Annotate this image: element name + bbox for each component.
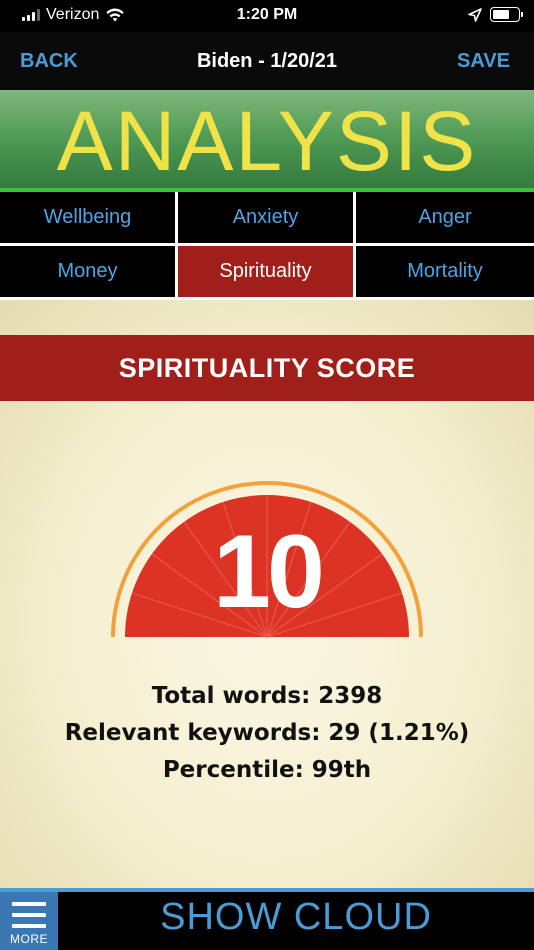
- battery-fill: [493, 10, 510, 19]
- tab-wellbeing[interactable]: Wellbeing: [0, 192, 178, 246]
- navigation-bar: BACK Biden - 1/20/21 SAVE: [0, 32, 534, 90]
- page-title: Biden - 1/20/21: [196, 50, 338, 72]
- save-button[interactable]: SAVE: [457, 50, 510, 73]
- tab-mortality[interactable]: Mortality: [356, 246, 534, 300]
- more-label: MORE: [10, 932, 48, 946]
- banner-title: ANALYSIS: [56, 94, 478, 188]
- tab-spirituality[interactable]: Spirituality: [178, 246, 356, 300]
- category-tabs: Wellbeing Anxiety Anger Money Spirituali…: [0, 192, 534, 300]
- bottom-bar: MORE SHOW CLOUD: [0, 888, 534, 950]
- score-value: 10: [213, 514, 325, 630]
- relevant-keywords-text: Relevant keywords: 29 (1.21%): [64, 720, 470, 746]
- show-cloud-button[interactable]: SHOW CLOUD: [58, 896, 534, 939]
- status-time: 1:20 PM: [236, 6, 298, 23]
- status-bar: Verizon 1:20 PM: [0, 0, 534, 32]
- location-arrow-icon: [468, 7, 482, 22]
- score-header: SPIRITUALITY SCORE: [0, 335, 534, 401]
- tab-anxiety[interactable]: Anxiety: [178, 192, 356, 246]
- total-words-text: Total words: 2398: [151, 683, 383, 709]
- status-bar-right: [468, 7, 523, 22]
- analysis-banner: ANALYSIS: [0, 90, 534, 192]
- tab-money[interactable]: Money: [0, 246, 178, 300]
- score-panel: SPIRITUALITY SCORE 10 Total words: 2398 …: [0, 300, 534, 888]
- percentile-text: Percentile: 99th: [162, 757, 372, 783]
- more-button[interactable]: MORE: [0, 892, 58, 950]
- score-stats: Total words: 2398 Relevant keywords: 29 …: [0, 678, 534, 789]
- battery-icon: [490, 7, 523, 22]
- tab-anger[interactable]: Anger: [356, 192, 534, 246]
- hamburger-icon: [12, 902, 46, 928]
